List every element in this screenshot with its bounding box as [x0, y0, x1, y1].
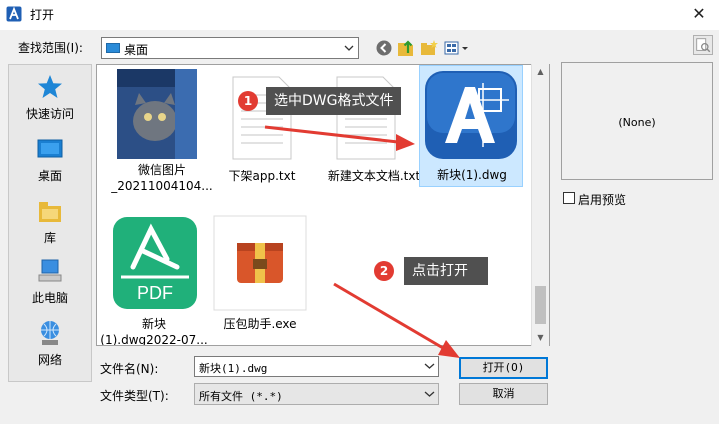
view-menu-icon[interactable] — [443, 38, 471, 58]
place-label: 快速访问 — [25, 107, 74, 121]
preview-pane: (None) — [561, 62, 713, 180]
step-badge-2: 2 — [374, 261, 394, 281]
annotation-tooltip-2: 点击打开 — [404, 257, 488, 285]
file-item[interactable]: 压包助手.exe — [211, 215, 321, 345]
file-name-value: 新块(1).dwg — [199, 362, 268, 375]
file-name-continued: _20211004104... — [111, 179, 213, 193]
file-type-dropdown[interactable]: 所有文件 (*.*) — [194, 383, 439, 405]
exe-file-icon — [213, 215, 307, 311]
computer-icon — [38, 259, 62, 282]
file-name-continued: (1).dwg2022-07... — [100, 333, 208, 346]
scroll-down-icon[interactable]: ▼ — [532, 330, 549, 346]
open-button[interactable]: 打开(O) — [459, 357, 548, 379]
desktop-icon — [37, 139, 63, 158]
title-bar: 打开 ✕ — [0, 0, 719, 30]
star-icon — [38, 75, 62, 98]
close-button[interactable]: ✕ — [687, 3, 711, 25]
chevron-down-icon[interactable] — [421, 357, 438, 376]
file-name: 压包助手.exe — [223, 317, 297, 331]
dwg-file-icon — [425, 71, 517, 159]
place-label: 桌面 — [37, 169, 62, 183]
app-icon — [6, 6, 22, 22]
preview-toggle-icon[interactable] — [693, 35, 713, 55]
file-name-input[interactable]: 新块(1).dwg — [194, 356, 439, 377]
scroll-thumb[interactable] — [535, 286, 546, 324]
look-in-label: 查找范围(I): — [18, 41, 83, 55]
file-name: 新块(1).dwg — [437, 168, 507, 182]
file-list-scrollbar[interactable]: ▲ ▼ — [531, 64, 549, 346]
chevron-down-icon — [424, 391, 435, 397]
file-type-label: 文件类型(T): — [100, 389, 169, 403]
chevron-down-icon — [344, 45, 354, 51]
file-name: 新建文本文档.txt — [327, 169, 421, 183]
desktop-folder-icon — [106, 43, 120, 53]
place-label: 库 — [43, 231, 56, 245]
file-name-label: 文件名(N): — [100, 362, 159, 376]
window-title: 打开 — [30, 8, 55, 22]
file-type-value: 所有文件 (*.*) — [199, 390, 283, 403]
file-list[interactable]: 微信图片 _20211004104... 下架app.txt 新建文本文档.tx… — [96, 64, 550, 346]
scroll-up-icon[interactable]: ▲ — [532, 64, 549, 80]
file-item[interactable]: 微信图片 _20211004104... — [107, 67, 217, 207]
file-item[interactable]: PDF 新块 (1).dwg2022-07... — [100, 215, 211, 346]
file-name: 新块 — [141, 317, 166, 331]
back-icon[interactable] — [374, 38, 394, 58]
annotation-tooltip-1: 选中DWG格式文件 — [266, 87, 402, 115]
cancel-button[interactable]: 取消 — [459, 383, 548, 405]
place-network[interactable]: 网络 — [9, 315, 91, 375]
look-in-dropdown[interactable]: 桌面 — [101, 37, 359, 59]
places-bar: 快速访问 桌面 库 此电脑 网络 — [8, 64, 92, 382]
place-library[interactable]: 库 — [9, 193, 91, 253]
up-folder-icon[interactable] — [396, 38, 416, 58]
place-label: 网络 — [37, 353, 62, 367]
look-in-value: 桌面 — [124, 43, 149, 57]
new-folder-icon[interactable] — [419, 38, 439, 58]
enable-preview-checkbox[interactable] — [563, 192, 575, 204]
step-badge-1: 1 — [238, 91, 258, 111]
file-name: 微信图片 — [137, 163, 186, 177]
enable-preview-label: 启用预览 — [578, 193, 627, 207]
file-item-selected[interactable]: 新块(1).dwg — [419, 65, 523, 187]
preview-none-text: (None) — [618, 116, 656, 129]
place-desktop[interactable]: 桌面 — [9, 131, 91, 191]
place-label: 此电脑 — [31, 291, 68, 305]
pdf-thumb-text: PDF — [137, 283, 173, 303]
place-quick-access[interactable]: 快速访问 — [9, 69, 91, 129]
library-icon — [39, 202, 61, 222]
network-icon — [41, 321, 59, 345]
place-this-pc[interactable]: 此电脑 — [9, 253, 91, 313]
file-name: 下架app.txt — [228, 169, 296, 183]
image-thumbnail — [117, 69, 197, 159]
